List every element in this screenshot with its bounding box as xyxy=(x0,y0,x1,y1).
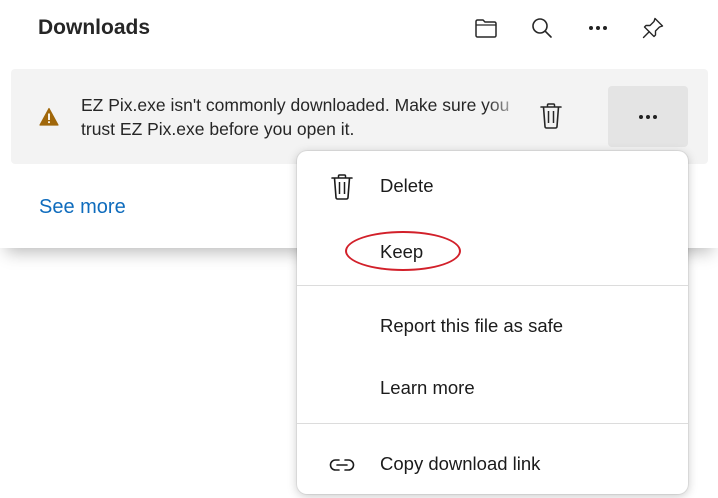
open-folder-button[interactable] xyxy=(467,10,505,46)
warning-triangle-icon xyxy=(39,107,59,126)
link-icon xyxy=(329,451,355,479)
menu-item-label: Delete xyxy=(380,175,434,196)
more-icon xyxy=(589,26,607,30)
text-fade xyxy=(486,93,526,117)
menu-item-learn-more[interactable]: Learn more xyxy=(297,365,688,413)
warning-line-1: EZ Pix.exe isn't commonly downloaded. Ma… xyxy=(81,95,510,115)
menu-item-label: Report this file as safe xyxy=(380,315,564,336)
download-item[interactable]: EZ Pix.exe isn't commonly downloaded. Ma… xyxy=(11,69,708,164)
menu-item-copy-link[interactable]: Copy download link xyxy=(297,441,688,489)
trash-icon xyxy=(329,173,355,201)
menu-divider xyxy=(297,423,688,424)
panel-title: Downloads xyxy=(38,16,151,39)
more-icon xyxy=(639,114,657,119)
warning-line-2: trust EZ Pix.exe before you open it. xyxy=(81,119,355,139)
highlight-ring-annotation xyxy=(345,231,461,271)
download-more-button[interactable] xyxy=(608,86,688,147)
see-more-link[interactable]: See more xyxy=(39,196,126,219)
menu-item-report-safe[interactable]: Report this file as safe xyxy=(297,303,688,351)
delete-download-button[interactable] xyxy=(533,97,569,135)
search-button[interactable] xyxy=(523,10,561,46)
menu-item-label: Learn more xyxy=(380,377,475,398)
search-icon xyxy=(532,18,552,38)
download-warning-message: EZ Pix.exe isn't commonly downloaded. Ma… xyxy=(81,93,526,141)
downloads-header: Downloads xyxy=(0,0,718,66)
pin-button[interactable] xyxy=(634,10,672,46)
download-context-menu: Delete Keep Report this file as safe Lea… xyxy=(297,151,688,494)
menu-divider xyxy=(297,285,688,286)
trash-icon xyxy=(540,103,562,129)
more-options-button[interactable] xyxy=(579,10,617,46)
menu-item-delete[interactable]: Delete xyxy=(297,163,688,211)
pin-icon xyxy=(642,17,664,39)
folder-icon xyxy=(475,19,497,38)
menu-item-label: Copy download link xyxy=(380,453,541,474)
